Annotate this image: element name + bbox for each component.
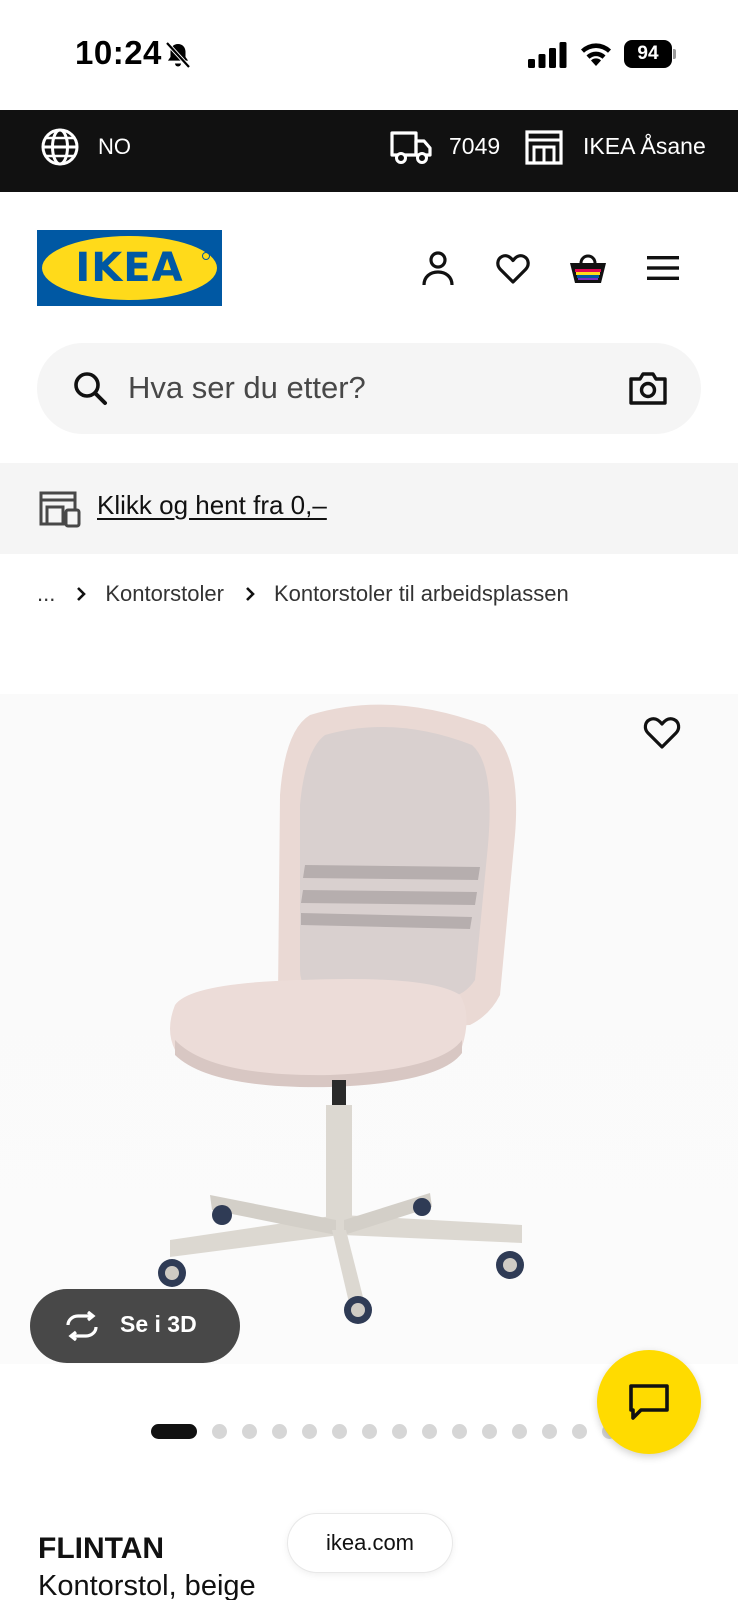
search-icon[interactable]: [72, 370, 108, 406]
user-icon[interactable]: [419, 249, 457, 287]
product-image-office-chair[interactable]: [150, 695, 550, 1355]
carousel-dot[interactable]: [272, 1423, 287, 1439]
battery-indicator: 94: [624, 40, 676, 68]
rotate-3d-icon: [66, 1311, 98, 1341]
view-in-3d-label: Se i 3D: [120, 1311, 197, 1337]
chat-button[interactable]: [597, 1350, 701, 1454]
product-description: Kontorstol, beige: [38, 1570, 256, 1600]
carousel-dot[interactable]: [482, 1423, 497, 1439]
heart-icon[interactable]: [494, 249, 532, 287]
chat-bubble-icon: [629, 1384, 669, 1420]
add-to-favourites-heart-icon[interactable]: [640, 710, 684, 754]
carousel-dot[interactable]: [572, 1423, 587, 1439]
carousel-dot[interactable]: [452, 1423, 467, 1439]
shopping-bag-icon[interactable]: [568, 249, 608, 287]
breadcrumb-office-chairs[interactable]: Kontorstoler: [105, 581, 224, 607]
hamburger-menu-icon[interactable]: [644, 249, 682, 287]
delivery-truck-icon[interactable]: [389, 128, 433, 166]
carousel-dot[interactable]: [212, 1423, 227, 1439]
carousel-dot[interactable]: [392, 1423, 407, 1439]
chevron-right-icon: [69, 584, 93, 604]
breadcrumb-ellipsis[interactable]: ...: [37, 581, 55, 607]
ikea-logo[interactable]: IKEA: [37, 230, 222, 306]
chevron-right-icon: [238, 584, 262, 604]
carousel-dot[interactable]: [302, 1423, 317, 1439]
cellular-signal-icon: [528, 42, 567, 68]
store-selector[interactable]: IKEA Åsane: [583, 133, 706, 160]
view-in-3d-button[interactable]: Se i 3D: [30, 1289, 240, 1363]
carousel-dot[interactable]: [422, 1423, 437, 1439]
camera-icon[interactable]: [628, 369, 668, 407]
carousel-dot[interactable]: [242, 1423, 257, 1439]
breadcrumb: ... Kontorstoler Kontorstoler til arbeid…: [37, 577, 569, 611]
battery-level: 94: [624, 40, 672, 68]
product-name: FLINTAN: [38, 1532, 165, 1565]
carousel-dot[interactable]: [362, 1423, 377, 1439]
status-time: 10:24: [75, 34, 162, 71]
postal-code[interactable]: 7049: [449, 133, 500, 160]
carousel-dot[interactable]: [542, 1423, 557, 1439]
breadcrumb-workplace-chairs[interactable]: Kontorstoler til arbeidsplassen: [274, 581, 569, 607]
click-and-collect-link[interactable]: Klikk og hent fra 0,–: [97, 490, 327, 521]
language-selector[interactable]: NO: [98, 134, 131, 160]
click-and-collect-icon: [39, 491, 81, 528]
wifi-icon: [581, 43, 611, 66]
status-bar: 10:24 94: [0, 0, 738, 110]
browser-domain-pill[interactable]: ikea.com: [288, 1514, 452, 1572]
carousel-dot[interactable]: [512, 1423, 527, 1439]
globe-icon[interactable]: [40, 127, 80, 167]
carousel-pagination: [151, 1423, 632, 1439]
store-icon[interactable]: [524, 128, 564, 166]
carousel-dot[interactable]: [332, 1423, 347, 1439]
bell-muted-icon: [165, 41, 191, 69]
carousel-dot[interactable]: [151, 1423, 197, 1439]
search-input[interactable]: [128, 364, 598, 412]
logo-wordmark: IKEA: [75, 245, 184, 291]
